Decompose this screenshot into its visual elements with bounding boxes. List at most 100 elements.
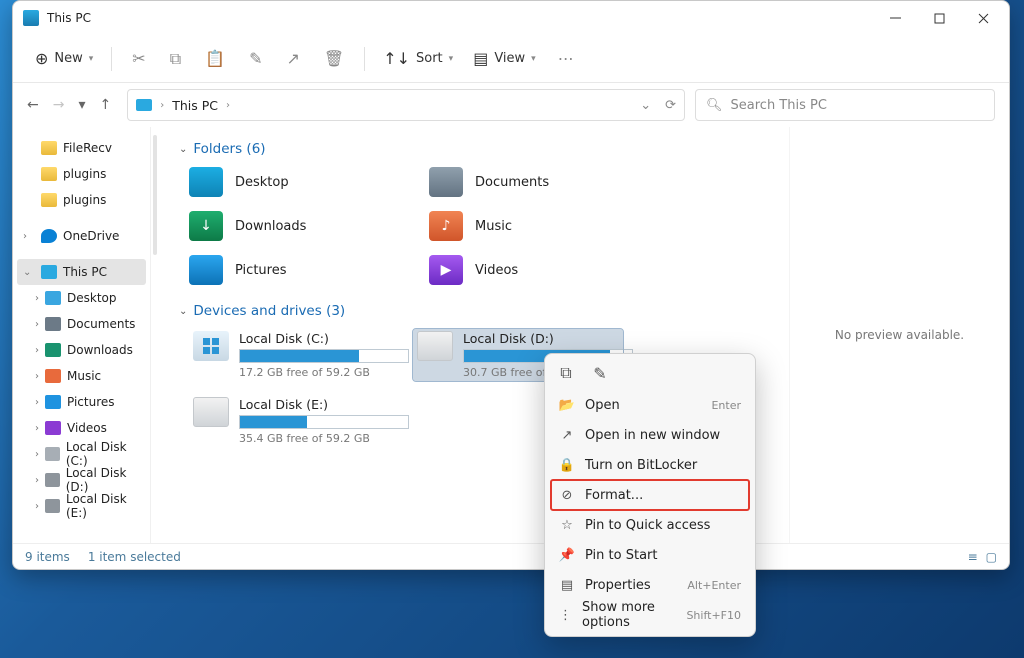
view-button[interactable]: ▤ View ▾ xyxy=(465,42,544,76)
context-menu: ⧉ ✎ 📂OpenEnter ↗Open in new window 🔒Turn… xyxy=(544,353,756,637)
sidebar-item-onedrive[interactable]: ›OneDrive xyxy=(17,223,146,249)
videos-icon xyxy=(45,421,61,435)
scrollbar[interactable] xyxy=(153,135,157,255)
section-folders[interactable]: ⌄Folders (6) xyxy=(179,141,769,157)
ctx-rename-button[interactable]: ✎ xyxy=(591,364,609,382)
ctx-more-options[interactable]: ⋮Show more optionsShift+F10 xyxy=(551,600,749,630)
window-icon: ↗ xyxy=(559,427,575,443)
folder-videos[interactable]: ▶Videos xyxy=(429,255,639,285)
ctx-pin-quick-access[interactable]: ☆Pin to Quick access xyxy=(551,510,749,540)
drive-name: Local Disk (D:) xyxy=(463,331,619,346)
sidebar-item-pictures[interactable]: ›Pictures xyxy=(17,389,146,415)
sidebar-item-desktop[interactable]: ›Desktop xyxy=(17,285,146,311)
nav-arrows: ← → ▾ ↑ xyxy=(27,97,111,113)
status-selected: 1 item selected xyxy=(88,550,181,564)
sidebar-item-filerecv[interactable]: FileRecv xyxy=(17,135,146,161)
chevron-down-icon[interactable]: ⌄ xyxy=(23,267,31,278)
cut-icon: ✂ xyxy=(132,49,145,68)
chevron-right-icon[interactable]: › xyxy=(35,371,39,382)
copy-button[interactable]: ⧉ xyxy=(160,42,191,76)
sidebar-item-music[interactable]: ›Music xyxy=(17,363,146,389)
chevron-right-icon[interactable]: › xyxy=(23,231,27,242)
section-drives[interactable]: ⌄Devices and drives (3) xyxy=(179,303,769,319)
navigation-row: ← → ▾ ↑ › This PC › ⌄ ⟳ 🔍︎ Search This P… xyxy=(13,83,1009,127)
paste-button[interactable]: 📋 xyxy=(195,42,235,76)
sort-button[interactable]: ↑↓ Sort ▾ xyxy=(375,42,461,76)
sidebar-item-documents[interactable]: ›Documents xyxy=(17,311,146,337)
disk-icon xyxy=(45,447,60,461)
folder-music[interactable]: ♪Music xyxy=(429,211,639,241)
refresh-button[interactable]: ⟳ xyxy=(665,98,676,113)
window-title: This PC xyxy=(47,11,873,25)
forward-button[interactable]: → xyxy=(53,97,65,113)
breadcrumb[interactable]: This PC xyxy=(172,98,218,113)
share-button[interactable]: ↗ xyxy=(276,42,309,76)
minimize-button[interactable] xyxy=(873,3,917,33)
videos-icon: ▶ xyxy=(429,255,463,285)
sidebar-item-plugins[interactable]: plugins xyxy=(17,187,146,213)
drive-name: Local Disk (C:) xyxy=(239,331,395,346)
dropdown-icon[interactable]: ⌄ xyxy=(640,98,651,113)
ctx-bitlocker[interactable]: 🔒Turn on BitLocker xyxy=(551,450,749,480)
chevron-right-icon[interactable]: › xyxy=(35,423,39,434)
chevron-right-icon[interactable]: › xyxy=(35,449,39,460)
chevron-down-icon: ▾ xyxy=(449,54,454,64)
disk-icon xyxy=(45,499,60,513)
ctx-open[interactable]: 📂OpenEnter xyxy=(551,390,749,420)
status-bar: 9 items 1 item selected ≡ ▢ xyxy=(13,543,1009,569)
more-icon: ⋮ xyxy=(559,607,572,623)
drive-local-disk-e[interactable]: Local Disk (E:) 35.4 GB free of 59.2 GB xyxy=(189,395,399,447)
drive-name: Local Disk (E:) xyxy=(239,397,395,412)
folder-icon xyxy=(41,193,57,207)
thispc-icon xyxy=(136,99,152,111)
sort-icon: ↑↓ xyxy=(383,49,410,68)
folder-downloads[interactable]: ↓Downloads xyxy=(189,211,399,241)
ctx-pin-start[interactable]: 📌Pin to Start xyxy=(551,540,749,570)
drive-icon xyxy=(417,331,453,361)
close-button[interactable] xyxy=(961,3,1005,33)
sidebar-item-thispc[interactable]: ⌄This PC xyxy=(17,259,146,285)
sidebar-item-videos[interactable]: ›Videos xyxy=(17,415,146,441)
ctx-open-new-window[interactable]: ↗Open in new window xyxy=(551,420,749,450)
new-button[interactable]: ⊕ New ▾ xyxy=(27,42,101,76)
more-button[interactable]: ⋯ xyxy=(548,42,584,76)
thumb-view-button[interactable]: ▢ xyxy=(986,550,997,564)
chevron-right-icon[interactable]: › xyxy=(35,319,39,330)
cut-button[interactable]: ✂ xyxy=(122,42,155,76)
details-view-button[interactable]: ≡ xyxy=(968,550,978,564)
chevron-right-icon[interactable]: › xyxy=(35,501,39,512)
ctx-properties[interactable]: ▤PropertiesAlt+Enter xyxy=(551,570,749,600)
sidebar-item-local-disk-c[interactable]: ›Local Disk (C:) xyxy=(17,441,146,467)
chevron-right-icon[interactable]: › xyxy=(35,345,39,356)
delete-icon: 🗑 xyxy=(324,49,344,68)
recent-dropdown[interactable]: ▾ xyxy=(78,97,85,113)
paste-icon: 📋 xyxy=(205,49,225,68)
drive-local-disk-c[interactable]: Local Disk (C:) 17.2 GB free of 59.2 GB xyxy=(189,329,399,381)
folder-pictures[interactable]: Pictures xyxy=(189,255,399,285)
chevron-right-icon[interactable]: › xyxy=(35,293,39,304)
sidebar-item-local-disk-e[interactable]: ›Local Disk (E:) xyxy=(17,493,146,519)
rename-button[interactable]: ✎ xyxy=(239,42,272,76)
chevron-down-icon: ▾ xyxy=(531,54,536,64)
search-input[interactable]: 🔍︎ Search This PC xyxy=(695,89,995,121)
chevron-down-icon: ⌄ xyxy=(179,306,187,317)
titlebar: This PC xyxy=(13,1,1009,35)
ctx-format[interactable]: ⊘Format... xyxy=(551,480,749,510)
up-button[interactable]: ↑ xyxy=(100,97,112,113)
properties-icon: ▤ xyxy=(559,577,575,593)
address-bar[interactable]: › This PC › ⌄ ⟳ xyxy=(127,89,685,121)
maximize-button[interactable] xyxy=(917,3,961,33)
sidebar-item-local-disk-d[interactable]: ›Local Disk (D:) xyxy=(17,467,146,493)
chevron-right-icon[interactable]: › xyxy=(35,397,39,408)
drive-free: 35.4 GB free of 59.2 GB xyxy=(239,432,395,445)
delete-button[interactable]: 🗑 xyxy=(314,42,354,76)
folder-documents[interactable]: Documents xyxy=(429,167,639,197)
sidebar-item-downloads[interactable]: ›Downloads xyxy=(17,337,146,363)
folder-desktop[interactable]: Desktop xyxy=(189,167,399,197)
share-icon: ↗ xyxy=(286,49,299,68)
ctx-copy-button[interactable]: ⧉ xyxy=(557,364,575,382)
chevron-right-icon[interactable]: › xyxy=(35,475,39,486)
back-button[interactable]: ← xyxy=(27,97,39,113)
sidebar-item-plugins[interactable]: plugins xyxy=(17,161,146,187)
chevron-down-icon: ▾ xyxy=(89,54,94,64)
